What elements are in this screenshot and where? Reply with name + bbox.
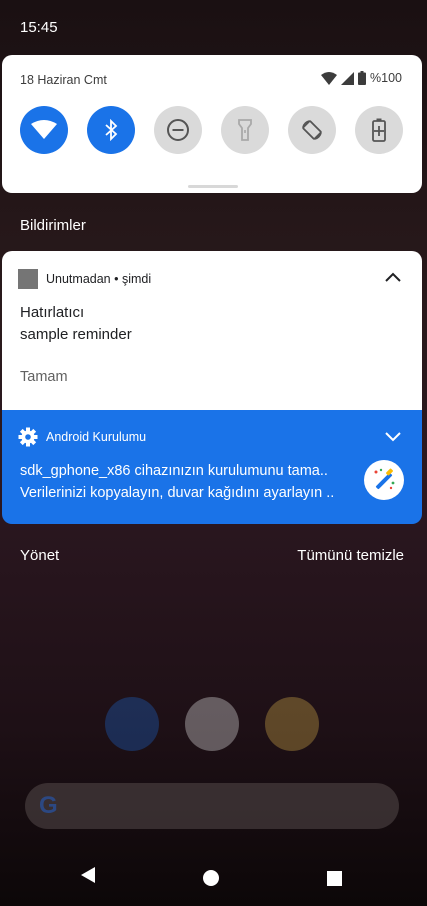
manage-button[interactable]: Yönet [20,547,59,564]
battery-saver-tile[interactable] [355,106,403,154]
google-logo-icon: G [39,792,58,819]
do-not-disturb-icon [167,119,189,141]
battery-saver-icon [372,118,386,142]
wifi-signal-icon [321,71,338,85]
qs-expand-handle[interactable] [188,185,238,188]
bluetooth-icon [105,119,118,141]
flashlight-tile[interactable] [221,106,269,154]
messages-app-icon [105,697,159,751]
cell-signal-icon [341,71,355,85]
notification-title: sdk_gphone_x86 cihazınızın kurulumunu ta… [20,463,328,479]
auto-rotate-icon [302,120,322,140]
flashlight-icon [238,119,252,141]
notification-app-name: Android Kurulumu [46,430,147,444]
notification-text: sample reminder [20,326,132,343]
bluetooth-tile[interactable] [87,106,135,154]
notifications-title: Bildirimler [20,217,86,234]
wifi-tile[interactable] [20,106,68,154]
gear-icon [18,427,38,447]
status-bar: 15:45 [0,0,427,50]
status-time: 15:45 [20,19,58,36]
notification-app-name: Unutmadan • şimdi [46,272,152,286]
do-not-disturb-tile[interactable] [154,106,202,154]
qs-date: 18 Haziran Cmt [20,73,107,87]
ok-action-button[interactable]: Tamam [20,369,68,385]
chevron-down-icon[interactable] [384,430,402,442]
app-icon [18,269,38,289]
home-icon[interactable] [203,870,219,886]
magic-wand-icon [364,460,404,500]
reminder-notification[interactable]: Unutmadan • şimdi Hatırlatıcı sample rem… [2,251,422,411]
auto-rotate-tile[interactable] [288,106,336,154]
clear-all-button[interactable]: Tümünü temizle [297,547,404,564]
recents-icon[interactable] [327,871,342,886]
chevron-up-icon[interactable] [384,271,402,283]
chrome-app-icon [265,697,319,751]
battery-percent: %100 [370,71,402,85]
battery-icon [358,71,367,85]
notification-title: Hatırlatıcı [20,304,85,321]
setup-notification[interactable]: Android Kurulumu sdk_gphone_x86 cihazını… [2,410,422,524]
notification-text: Verilerinizi kopyalayın, duvar kağıdını … [20,485,335,501]
quick-settings-panel: 18 Haziran Cmt %100 [2,55,422,193]
play-store-app-icon [185,697,239,751]
qs-status-icons: %100 [321,71,402,85]
wifi-icon [31,120,57,139]
google-search-bar: G [25,783,399,829]
back-icon[interactable] [79,865,97,885]
